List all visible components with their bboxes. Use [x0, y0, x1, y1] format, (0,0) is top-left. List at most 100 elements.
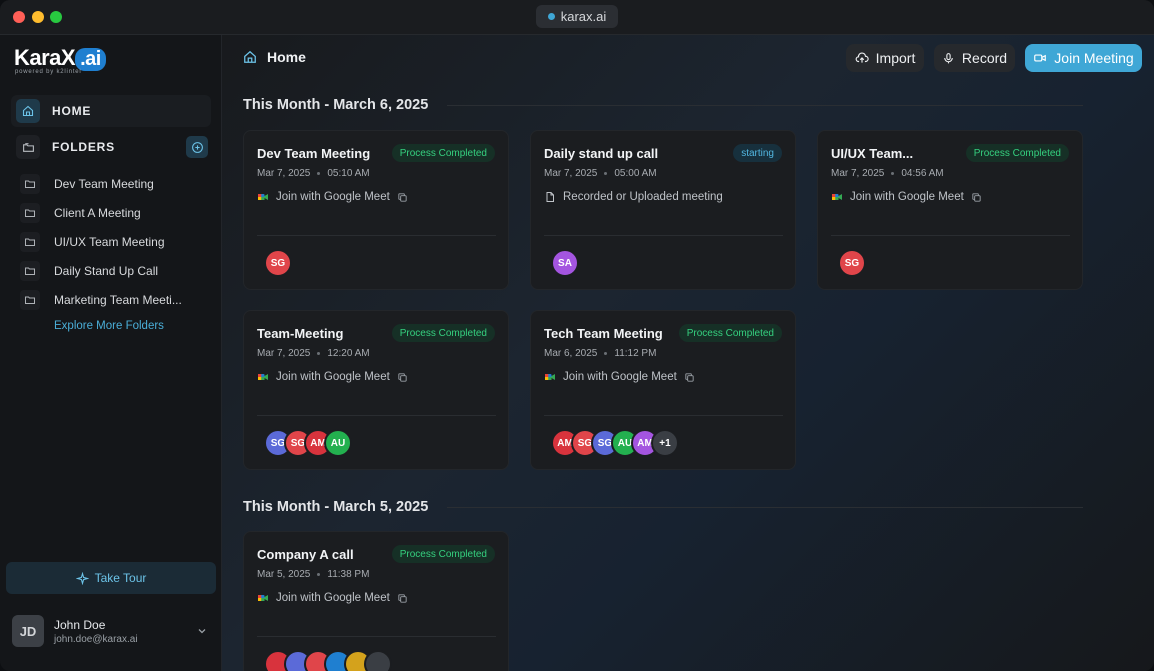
- app-window: karax.ai KaraX .ai powered by k2lintel HO…: [0, 0, 1154, 671]
- meeting-date: Mar 7, 2025: [257, 168, 311, 179]
- separator-dot: [317, 573, 321, 576]
- record-button[interactable]: Record: [934, 44, 1015, 72]
- sidebar-item-label: HOME: [52, 104, 92, 118]
- import-button[interactable]: Import: [846, 44, 924, 72]
- status-badge: Process Completed: [391, 545, 495, 563]
- avatar: +1: [651, 429, 679, 457]
- folder-label: Dev Team Meeting: [54, 177, 154, 191]
- import-label: Import: [875, 50, 916, 66]
- separator-dot: [317, 172, 321, 175]
- card-divider: [544, 415, 783, 416]
- join-meeting-button[interactable]: Join Meeting: [1025, 44, 1142, 72]
- meeting-source: Recorded or Uploaded meeting: [544, 191, 723, 203]
- meeting-card[interactable]: Dev Team Meeting Process Completed Mar 7, …: [243, 130, 509, 290]
- copy-icon[interactable]: [397, 192, 408, 203]
- participant-avatars: SG: [264, 249, 292, 277]
- logo-subtitle: powered by k2lintel: [15, 69, 82, 75]
- participant-avatars: SG: [838, 249, 866, 277]
- meeting-time: 04:56 AM: [901, 168, 944, 179]
- folder-label: Daily Stand Up Call: [54, 264, 159, 278]
- status-badge: Process Completed: [678, 324, 782, 342]
- sidebar-folder-item[interactable]: Daily Stand Up Call: [20, 258, 210, 284]
- meeting-source-label: Join with Google Meet: [276, 592, 390, 604]
- copy-icon[interactable]: [684, 372, 695, 383]
- meeting-datetime: Mar 7, 2025 12:20 AM: [257, 348, 370, 359]
- file-icon: [546, 192, 554, 202]
- copy-icon[interactable]: [971, 192, 982, 203]
- video-camera-icon: [1034, 54, 1047, 62]
- user-name: John Doe: [54, 617, 106, 632]
- folder-icon: [20, 203, 40, 223]
- main-content: Home Import Record Join Meeting This Mon…: [222, 35, 1154, 671]
- google-meet-icon: [258, 595, 268, 601]
- status-badge: Process Completed: [965, 144, 1069, 162]
- add-folder-button[interactable]: [186, 136, 208, 158]
- sidebar-item-folders[interactable]: FOLDERS: [11, 132, 211, 162]
- cloud-upload-icon: [855, 52, 869, 63]
- url-text: karax.ai: [560, 9, 607, 24]
- separator-dot: [604, 352, 608, 355]
- breadcrumb: Home: [243, 49, 306, 65]
- section-title: This Month - March 5, 2025: [243, 499, 429, 515]
- user-email: john.doe@karax.ai: [54, 633, 138, 645]
- meeting-card[interactable]: UI/UX Team... Process Completed Mar 7, 202…: [817, 130, 1083, 290]
- meeting-card[interactable]: Daily stand up call starting Mar 7, 2025 05…: [530, 130, 796, 290]
- logo[interactable]: KaraX .ai powered by k2lintel: [14, 45, 124, 79]
- meeting-time: 05:10 AM: [327, 168, 370, 179]
- meeting-card[interactable]: Team-Meeting Process Completed Mar 7, 2025…: [243, 310, 509, 470]
- title-bar: karax.ai: [0, 0, 1154, 35]
- meeting-datetime: Mar 7, 2025 04:56 AM: [831, 168, 944, 179]
- meeting-source: Join with Google Meet: [257, 191, 408, 203]
- meeting-source: Join with Google Meet: [257, 371, 408, 383]
- url-pill[interactable]: karax.ai: [536, 5, 618, 28]
- logo-main: KaraX: [14, 45, 76, 70]
- section-title: This Month - March 6, 2025: [243, 97, 429, 113]
- meeting-title: Daily stand up call: [544, 146, 659, 161]
- meeting-date: Mar 6, 2025: [544, 348, 598, 359]
- separator-dot: [317, 352, 321, 355]
- meeting-datetime: Mar 6, 2025 11:12 PM: [544, 348, 656, 359]
- card-divider: [831, 235, 1070, 236]
- folder-icon: [20, 290, 40, 310]
- folder-label: Client A Meeting: [54, 206, 141, 220]
- sidebar-folder-item[interactable]: Marketing Team Meeti...: [20, 287, 210, 313]
- avatar: [364, 650, 392, 671]
- explore-more-folders-link[interactable]: Explore More Folders: [54, 320, 164, 332]
- user-profile[interactable]: JD John Doe john.doe@karax.ai: [12, 613, 212, 649]
- sidebar-folder-item[interactable]: Dev Team Meeting: [20, 171, 210, 197]
- copy-icon[interactable]: [397, 593, 408, 604]
- card-divider: [257, 235, 496, 236]
- page-title: Home: [267, 49, 306, 65]
- sidebar-item-home[interactable]: HOME: [11, 95, 211, 127]
- sidebar-folder-item[interactable]: Client A Meeting: [20, 200, 210, 226]
- status-badge: starting: [733, 144, 782, 162]
- meeting-source-label: Join with Google Meet: [850, 191, 964, 203]
- take-tour-label: Take Tour: [94, 571, 147, 585]
- folder-icon: [20, 261, 40, 281]
- sidebar: KaraX .ai powered by k2lintel HOME FOLDER…: [0, 35, 222, 671]
- meeting-title: Team-Meeting: [257, 326, 344, 341]
- google-meet-icon: [545, 374, 555, 380]
- meeting-time: 11:12 PM: [614, 348, 657, 359]
- avatar: SG: [838, 249, 866, 277]
- maximize-window-button[interactable]: [50, 11, 62, 23]
- close-window-button[interactable]: [13, 11, 25, 23]
- folders-icon: [16, 135, 40, 159]
- record-label: Record: [961, 50, 1008, 66]
- meeting-card[interactable]: Company A call Process Completed Mar 5, 20…: [243, 531, 509, 671]
- microphone-icon: [944, 52, 953, 63]
- take-tour-button[interactable]: Take Tour: [6, 562, 216, 594]
- separator-dot: [604, 172, 608, 175]
- meeting-datetime: Mar 7, 2025 05:00 AM: [544, 168, 657, 179]
- sidebar-folder-item[interactable]: UI/UX Team Meeting: [20, 229, 210, 255]
- join-meeting-label: Join Meeting: [1054, 50, 1134, 66]
- minimize-window-button[interactable]: [32, 11, 44, 23]
- card-divider: [257, 415, 496, 416]
- status-badge: Process Completed: [391, 324, 495, 342]
- meeting-source: Join with Google Meet: [544, 371, 695, 383]
- copy-icon[interactable]: [397, 372, 408, 383]
- folder-icon: [20, 232, 40, 252]
- participant-avatars: SA: [551, 249, 579, 277]
- meeting-card[interactable]: Tech Team Meeting Process Completed Mar 6,…: [530, 310, 796, 470]
- chevron-down-icon[interactable]: [196, 625, 208, 637]
